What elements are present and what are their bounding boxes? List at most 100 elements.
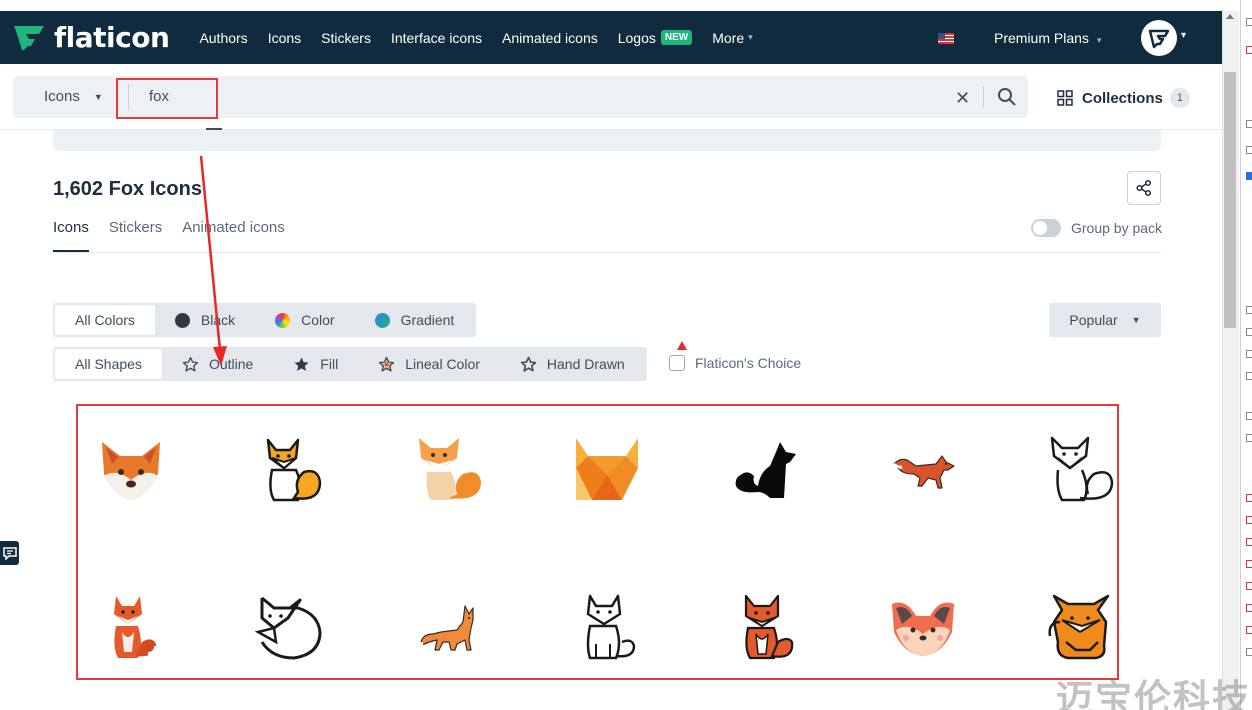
- shape-filter-group: All Shapes Outline Fill Lineal Color Han…: [53, 347, 647, 381]
- nav-more[interactable]: More ▾: [712, 30, 752, 46]
- side-checkbox[interactable]: [1246, 494, 1252, 502]
- side-checkbox[interactable]: [1246, 306, 1252, 314]
- filter-black-label: Black: [200, 312, 236, 328]
- color-wheel-icon: [275, 312, 291, 328]
- resource-type-select[interactable]: Icons ▼: [44, 88, 103, 105]
- logo-text: flaticon: [54, 21, 170, 54]
- tabs-underline: [53, 252, 1161, 253]
- filter-all-colors[interactable]: All Colors: [55, 305, 155, 335]
- filter-fill[interactable]: Fill: [273, 349, 358, 379]
- group-by-pack-toggle[interactable]: Group by pack: [1031, 219, 1162, 237]
- top-nav-bar: flaticon Authors Icons Stickers Interfac…: [0, 11, 1222, 64]
- filter-all-shapes[interactable]: All Shapes: [55, 349, 162, 379]
- sort-select[interactable]: Popular ▼: [1049, 303, 1161, 337]
- nav-logos[interactable]: Logos NEW: [618, 30, 693, 46]
- filter-fill-label: Fill: [320, 356, 339, 372]
- sitting-fox-red-icon[interactable]: [96, 592, 166, 662]
- side-checkbox[interactable]: [1246, 604, 1252, 612]
- side-checkbox[interactable]: [1246, 626, 1252, 634]
- user-avatar[interactable]: [1141, 20, 1177, 56]
- side-checkbox[interactable]: [1246, 350, 1252, 358]
- filter-gradient[interactable]: Gradient: [355, 305, 475, 335]
- chevron-down-icon[interactable]: ▾: [1181, 30, 1186, 41]
- toggle-switch[interactable]: [1031, 219, 1061, 237]
- premium-plans-menu[interactable]: Premium Plans ▾: [994, 30, 1101, 46]
- flaticons-choice-label: Flaticon's Choice: [695, 355, 802, 371]
- side-checkbox[interactable]: [1246, 46, 1252, 54]
- filter-hand-drawn[interactable]: Hand Drawn: [500, 349, 645, 379]
- side-checkbox[interactable]: [1246, 146, 1252, 154]
- fox-hand-drawn-icon[interactable]: [1046, 592, 1116, 662]
- filter-color[interactable]: Color: [255, 305, 354, 335]
- fox-face-flat-icon[interactable]: [96, 434, 166, 504]
- close-icon[interactable]: ✕: [955, 88, 970, 109]
- flaticon-logo[interactable]: flaticon: [12, 21, 170, 54]
- chat-icon: [2, 547, 17, 560]
- scrollbar-thumb[interactable]: [1224, 72, 1236, 328]
- curled-fox-outline-icon[interactable]: [254, 592, 324, 662]
- side-checkbox[interactable]: [1246, 18, 1252, 26]
- search-row: Icons ▼ fox ✕ Collections 1: [0, 64, 1222, 130]
- side-checkbox[interactable]: [1246, 560, 1252, 568]
- fox-cub-lineal-color-icon[interactable]: [730, 592, 800, 662]
- side-checkbox[interactable]: [1246, 120, 1252, 128]
- filter-black[interactable]: Black: [155, 305, 255, 335]
- filter-outline-label: Outline: [208, 356, 254, 372]
- side-checkbox[interactable]: [1246, 372, 1252, 380]
- tab-stickers[interactable]: Stickers: [109, 219, 162, 252]
- flaticons-choice-checkbox[interactable]: [669, 355, 685, 371]
- star-outline-icon: [182, 356, 199, 373]
- side-checkbox[interactable]: [1246, 434, 1252, 442]
- annotation-triangle: [677, 341, 687, 350]
- side-checkbox[interactable]: [1246, 582, 1252, 590]
- nav-authors[interactable]: Authors: [199, 30, 247, 46]
- chevron-down-icon: ▾: [1096, 35, 1102, 45]
- collections-button[interactable]: Collections 1: [1057, 88, 1190, 108]
- fox-silhouette-icon[interactable]: [730, 434, 800, 504]
- side-checkbox[interactable]: [1246, 172, 1252, 180]
- sort-label: Popular: [1069, 312, 1118, 328]
- share-button[interactable]: [1127, 171, 1161, 205]
- fox-face-pink-icon[interactable]: [888, 592, 958, 662]
- filter-strip: [53, 130, 1161, 151]
- group-by-pack-label: Group by pack: [1071, 220, 1163, 236]
- sitting-fox-flat-icon[interactable]: [413, 434, 483, 504]
- filter-outline[interactable]: Outline: [162, 349, 273, 379]
- filter-hand-drawn-label: Hand Drawn: [546, 356, 625, 372]
- watermark-text: 迈宝伦科技: [1056, 677, 1251, 710]
- premium-plans-label: Premium Plans: [994, 30, 1089, 46]
- geometric-fox-icon[interactable]: [572, 434, 642, 504]
- filter-lineal-color[interactable]: Lineal Color: [358, 349, 500, 379]
- results-title: 1,602 Fox Icons: [53, 178, 202, 200]
- feedback-button[interactable]: [0, 541, 19, 565]
- tab-icons[interactable]: Icons: [53, 219, 89, 252]
- resource-type-label: Icons: [44, 88, 80, 105]
- side-checkbox[interactable]: [1246, 328, 1252, 336]
- filter-lineal-color-label: Lineal Color: [405, 356, 480, 372]
- search-icon[interactable]: [997, 87, 1017, 112]
- running-fox-icon[interactable]: [888, 434, 958, 504]
- fox-outline-sitting-icon[interactable]: [572, 592, 642, 662]
- chevron-down-icon: ▾: [748, 32, 753, 42]
- nav-icons[interactable]: Icons: [268, 30, 301, 46]
- chevron-down-icon: ▼: [1131, 315, 1141, 325]
- side-checkbox[interactable]: [1246, 648, 1252, 656]
- premium-user-icon: [1148, 29, 1170, 49]
- scroll-up-arrow-icon[interactable]: [1226, 14, 1234, 19]
- tab-animated-icons[interactable]: Animated icons: [182, 219, 285, 252]
- black-dot-icon: [174, 312, 190, 328]
- nav-interface-icons[interactable]: Interface icons: [391, 30, 482, 46]
- nav-animated-icons[interactable]: Animated icons: [502, 30, 598, 46]
- sitting-fox-lineal-color-icon[interactable]: [254, 434, 324, 504]
- annotation-highlight-box: [116, 78, 218, 119]
- us-flag-icon[interactable]: [938, 33, 954, 44]
- sitting-fox-outline-icon[interactable]: [1046, 434, 1116, 504]
- strip-marker: [206, 128, 222, 130]
- side-checkbox[interactable]: [1246, 516, 1252, 524]
- nav-stickers[interactable]: Stickers: [321, 30, 371, 46]
- standing-fox-icon[interactable]: [413, 592, 483, 662]
- flaticon-logo-icon: [14, 25, 44, 50]
- side-checkbox[interactable]: [1246, 538, 1252, 546]
- side-checkbox[interactable]: [1246, 412, 1252, 420]
- flaticons-choice-filter[interactable]: Flaticon's Choice: [669, 355, 801, 371]
